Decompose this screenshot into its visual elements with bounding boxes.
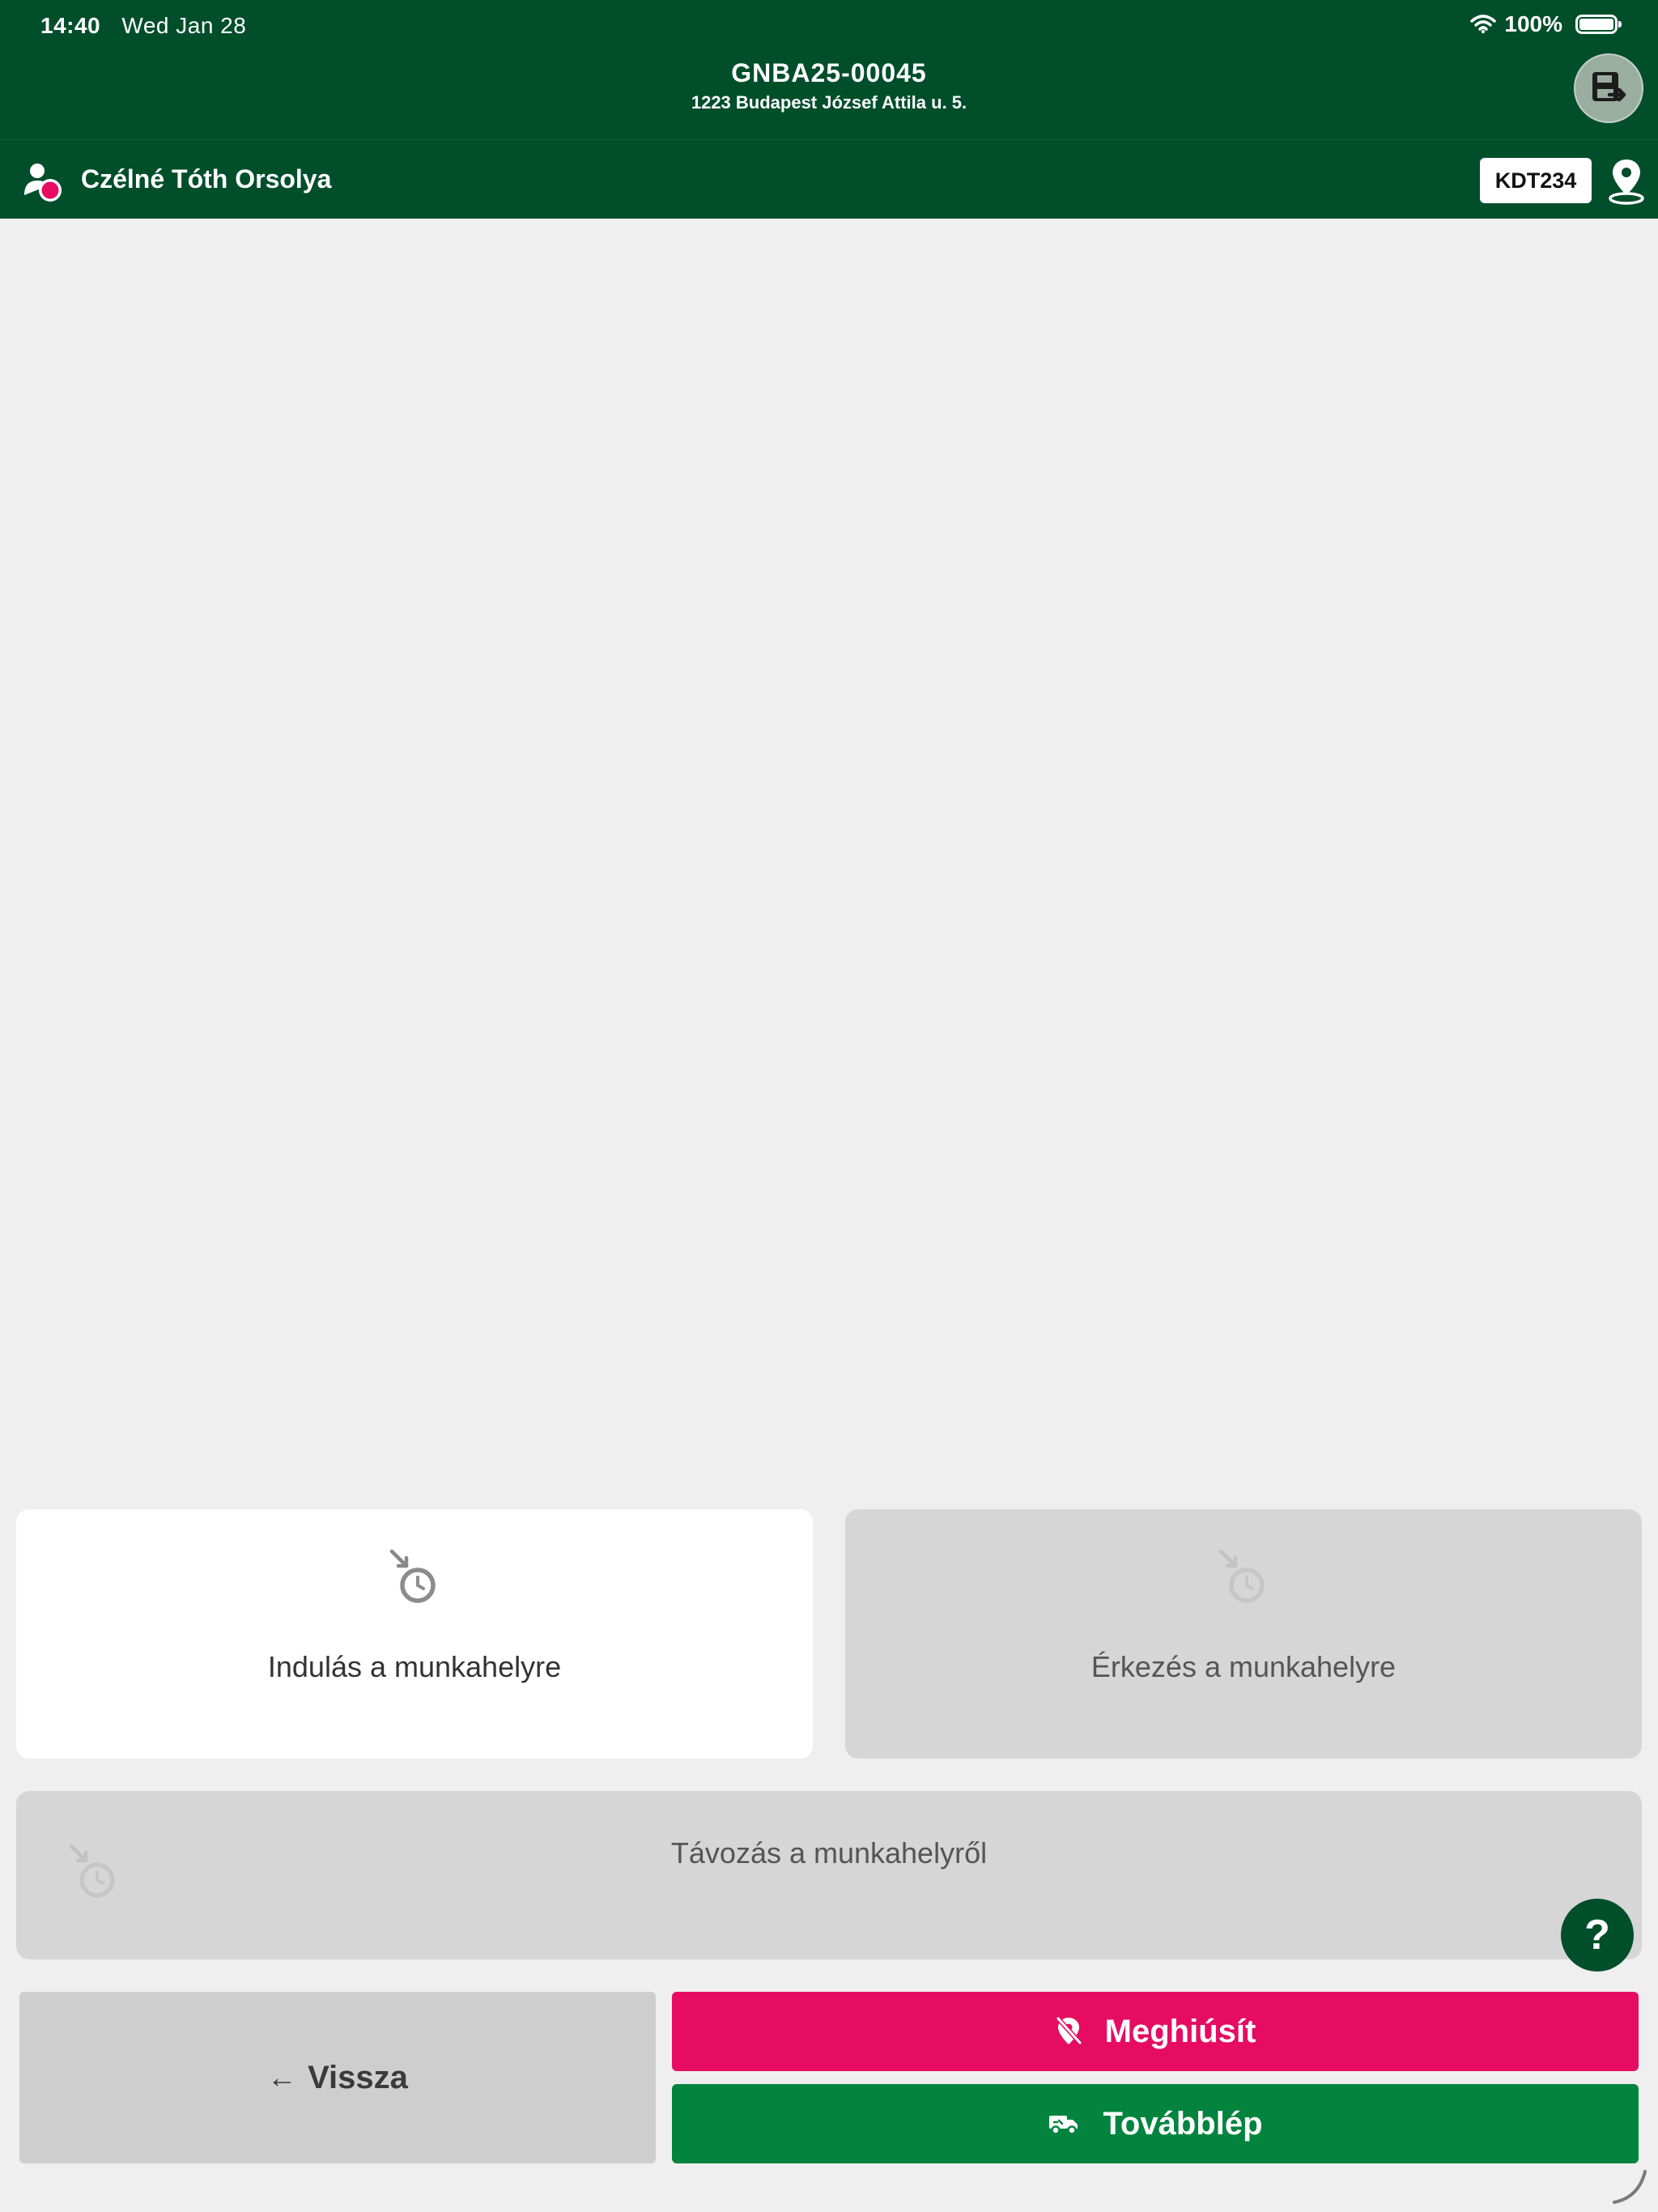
truck-icon xyxy=(1049,2116,1078,2135)
arrival-label: Érkezés a munkahelyre xyxy=(1090,1650,1397,1683)
cancel-label: Meghiúsít xyxy=(1104,2013,1256,2049)
battery-icon xyxy=(1575,15,1622,34)
clock-arrow-icon xyxy=(389,1549,436,1603)
leave-card[interactable]: Távozás a munkahelyről xyxy=(16,1791,1642,1959)
order-address: 1223 Budapest József Attila u. 5. xyxy=(691,92,967,113)
back-button[interactable]: ← Vissza xyxy=(19,1992,656,2163)
map-pin-icon[interactable] xyxy=(1606,156,1647,206)
back-label: Vissza xyxy=(308,2059,408,2095)
save-exit-button[interactable] xyxy=(1574,53,1643,123)
user-bar: Czélné Tóth Orsolya KDT234 xyxy=(0,139,1658,219)
top-bar: 14:40 Wed Jan 28 100% GNBA25-00045 1223 … xyxy=(0,0,1658,139)
help-button[interactable]: ? xyxy=(1561,1899,1634,1972)
departure-card[interactable]: Indulás a munkahelyre xyxy=(16,1509,813,1759)
user-name: Czélné Tóth Orsolya xyxy=(81,164,332,194)
order-title: GNBA25-00045 xyxy=(731,58,927,87)
status-indicators: 100% xyxy=(1470,11,1622,37)
save-exit-icon xyxy=(1592,72,1626,102)
vehicle-plate-badge[interactable]: KDT234 xyxy=(1480,158,1592,203)
status-time: 14:40 Wed Jan 28 xyxy=(40,13,246,39)
next-button[interactable]: Továbblép xyxy=(672,2084,1639,2163)
status-clock: 14:40 xyxy=(40,13,101,38)
cancel-button[interactable]: Meghiúsít xyxy=(672,1992,1639,2071)
scroll-indicator-icon xyxy=(1613,2170,1647,2204)
status-date: Wed Jan 28 xyxy=(121,13,247,38)
battery-percent: 100% xyxy=(1504,11,1562,36)
back-arrow-icon: ← xyxy=(267,2061,297,2094)
arrival-card[interactable]: Érkezés a munkahelyre xyxy=(845,1509,1642,1759)
next-label: Továbblép xyxy=(1103,2105,1263,2142)
clock-arrow-icon xyxy=(1218,1549,1265,1603)
departure-label: Indulás a munkahelyre xyxy=(267,1650,562,1683)
user-status-icon xyxy=(24,164,62,202)
location-off-icon xyxy=(1056,2016,1082,2045)
wifi-icon xyxy=(1470,15,1497,34)
leave-label: Távozás a munkahelyről xyxy=(670,1836,988,1870)
